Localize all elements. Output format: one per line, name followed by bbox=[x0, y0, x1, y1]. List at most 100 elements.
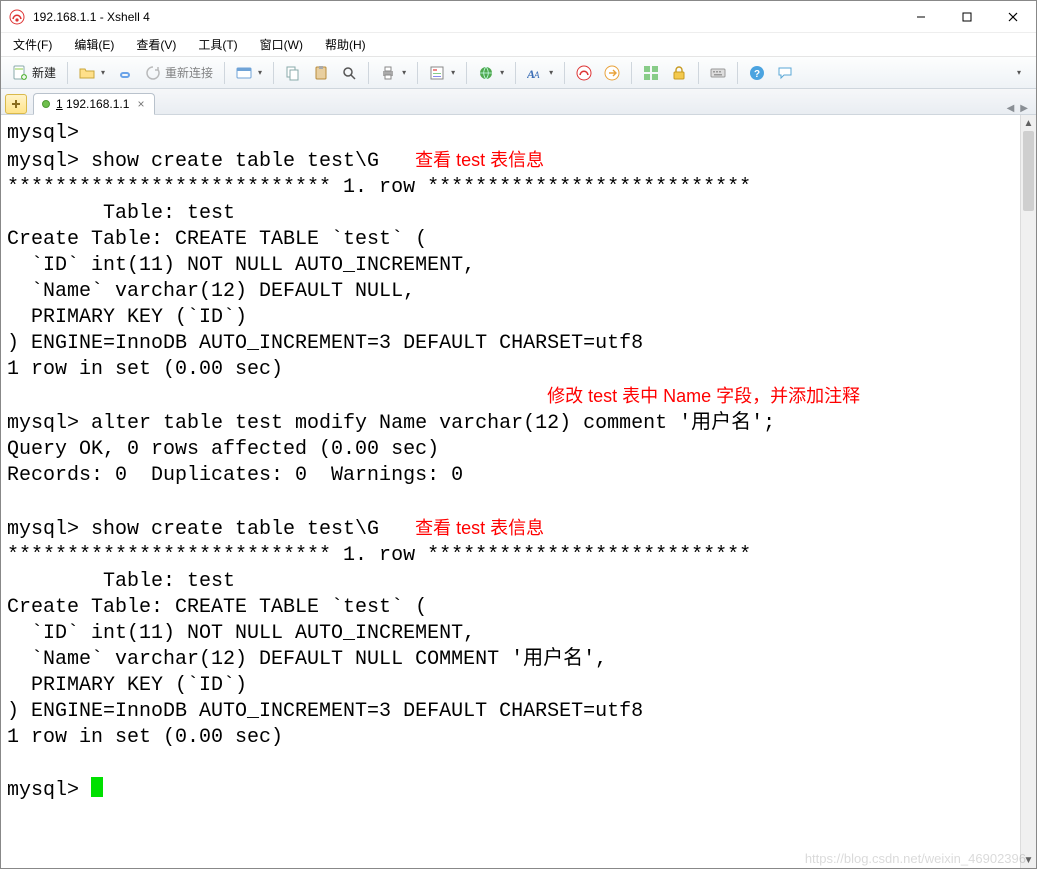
tab-label: 1 192.168.1.1 bbox=[56, 97, 129, 111]
tile-button[interactable] bbox=[638, 61, 664, 85]
help-icon: ? bbox=[749, 65, 765, 81]
terminal-area: mysql> mysql> show create table test\G 查… bbox=[1, 115, 1036, 868]
svg-text:?: ? bbox=[754, 69, 760, 80]
feedback-button[interactable] bbox=[772, 61, 798, 85]
xftp-button[interactable] bbox=[599, 61, 625, 85]
svg-text:A: A bbox=[533, 70, 540, 80]
chevron-down-icon: ▾ bbox=[402, 68, 406, 77]
terminal-prompt: mysql> bbox=[7, 779, 91, 802]
xshell-icon bbox=[576, 65, 592, 81]
keyboard-button[interactable] bbox=[705, 61, 731, 85]
toolbar-separator bbox=[698, 62, 699, 84]
open-button[interactable]: ▾ bbox=[74, 61, 110, 85]
toolbar-separator bbox=[368, 62, 369, 84]
plus-icon bbox=[11, 99, 21, 109]
window-title: 192.168.1.1 - Xshell 4 bbox=[33, 10, 150, 24]
terminal-line: PRIMARY KEY (`ID`) bbox=[7, 306, 247, 329]
search-icon bbox=[341, 65, 357, 81]
paste-icon bbox=[313, 65, 329, 81]
maximize-button[interactable] bbox=[944, 1, 990, 32]
lock-icon bbox=[671, 65, 687, 81]
close-button[interactable] bbox=[990, 1, 1036, 32]
paste-button[interactable] bbox=[308, 61, 334, 85]
annotation: 查看 test 表信息 bbox=[415, 518, 544, 538]
find-button[interactable] bbox=[336, 61, 362, 85]
reconnect-icon bbox=[145, 65, 161, 81]
sessions-button[interactable]: ▾ bbox=[231, 61, 267, 85]
lock-button[interactable] bbox=[666, 61, 692, 85]
terminal-line: `ID` int(11) NOT NULL AUTO_INCREMENT, bbox=[7, 254, 475, 277]
copy-button[interactable] bbox=[280, 61, 306, 85]
terminal-line: 1 row in set (0.00 sec) bbox=[7, 358, 283, 381]
toolbar-separator bbox=[564, 62, 565, 84]
chevron-down-icon: ▾ bbox=[500, 68, 504, 77]
terminal-line: mysql> bbox=[7, 122, 79, 145]
xftp-icon bbox=[604, 65, 620, 81]
terminal-line: ) ENGINE=InnoDB AUTO_INCREMENT=3 DEFAULT… bbox=[7, 700, 643, 723]
new-tab-button[interactable] bbox=[5, 94, 27, 114]
toolbar-separator bbox=[417, 62, 418, 84]
reconnect-button[interactable]: 重新连接 bbox=[140, 61, 218, 85]
toolbar-separator bbox=[466, 62, 467, 84]
titlebar: 192.168.1.1 - Xshell 4 bbox=[1, 1, 1036, 33]
vertical-scrollbar[interactable]: ▲ ▼ bbox=[1020, 115, 1036, 868]
session-tab[interactable]: 1 192.168.1.1 × bbox=[33, 93, 155, 115]
tab-scroll-right-button[interactable]: ▶ bbox=[1020, 103, 1028, 114]
toolbar-overflow-button[interactable]: ▾ bbox=[1006, 61, 1030, 85]
toolbar-separator bbox=[737, 62, 738, 84]
status-dot-icon bbox=[42, 100, 50, 108]
terminal[interactable]: mysql> mysql> show create table test\G 查… bbox=[1, 115, 1020, 868]
terminal-line: Records: 0 Duplicates: 0 Warnings: 0 bbox=[7, 464, 463, 487]
toolbar-separator bbox=[67, 62, 68, 84]
font-button[interactable]: AA▾ bbox=[522, 61, 558, 85]
printer-icon bbox=[380, 65, 396, 81]
toolbar-separator bbox=[515, 62, 516, 84]
terminal-line: Table: test bbox=[7, 570, 235, 593]
terminal-line: *************************** 1. row *****… bbox=[7, 544, 751, 567]
new-file-icon bbox=[12, 65, 28, 81]
reconnect-label: 重新连接 bbox=[165, 64, 213, 81]
menu-window[interactable]: 窗口(W) bbox=[256, 34, 307, 55]
window-buttons bbox=[898, 1, 1036, 32]
chevron-down-icon: ▾ bbox=[101, 68, 105, 77]
scroll-up-button[interactable]: ▲ bbox=[1021, 115, 1036, 131]
help-button[interactable]: ? bbox=[744, 61, 770, 85]
tab-scroll-left-button[interactable]: ◀ bbox=[1007, 103, 1015, 114]
toolbar: 新建 ▾ 重新连接 ▾ ▾ ▾ ▾ AA▾ bbox=[1, 57, 1036, 89]
globe-icon bbox=[478, 65, 494, 81]
folder-open-icon bbox=[79, 65, 95, 81]
scroll-thumb[interactable] bbox=[1023, 131, 1034, 211]
terminal-line: Query OK, 0 rows affected (0.00 sec) bbox=[7, 438, 439, 461]
properties-button[interactable]: ▾ bbox=[424, 61, 460, 85]
tab-close-button[interactable]: × bbox=[135, 97, 146, 111]
new-session-button[interactable]: 新建 bbox=[7, 61, 61, 85]
tabstrip: 1 192.168.1.1 × ◀ ▶ bbox=[1, 89, 1036, 115]
scroll-track[interactable] bbox=[1021, 131, 1036, 852]
app-window: 192.168.1.1 - Xshell 4 文件(F) 编辑(E) 查看(V)… bbox=[0, 0, 1037, 869]
terminal-line: *************************** 1. row *****… bbox=[7, 176, 751, 199]
terminal-line: mysql> show create table test\G bbox=[7, 518, 379, 541]
web-button[interactable]: ▾ bbox=[473, 61, 509, 85]
minimize-button[interactable] bbox=[898, 1, 944, 32]
menu-edit[interactable]: 编辑(E) bbox=[70, 34, 118, 55]
toolbar-separator bbox=[224, 62, 225, 84]
chevron-down-icon: ▾ bbox=[451, 68, 455, 77]
terminal-line: Table: test bbox=[7, 202, 235, 225]
menubar: 文件(F) 编辑(E) 查看(V) 工具(T) 窗口(W) 帮助(H) bbox=[1, 33, 1036, 57]
menu-view[interactable]: 查看(V) bbox=[132, 34, 180, 55]
menu-help[interactable]: 帮助(H) bbox=[321, 34, 370, 55]
copy-icon bbox=[285, 65, 301, 81]
link-button[interactable] bbox=[112, 61, 138, 85]
app-icon bbox=[9, 9, 25, 25]
xshell-button[interactable] bbox=[571, 61, 597, 85]
print-button[interactable]: ▾ bbox=[375, 61, 411, 85]
annotation: 查看 test 表信息 bbox=[415, 150, 544, 170]
menu-file[interactable]: 文件(F) bbox=[9, 34, 56, 55]
menu-tools[interactable]: 工具(T) bbox=[194, 34, 241, 55]
terminal-line: PRIMARY KEY (`ID`) bbox=[7, 674, 247, 697]
toolbar-separator bbox=[631, 62, 632, 84]
terminal-line: mysql> show create table test\G bbox=[7, 150, 379, 173]
speech-bubble-icon bbox=[777, 65, 793, 81]
terminal-line: mysql> alter table test modify Name varc… bbox=[7, 412, 775, 435]
terminal-line bbox=[7, 386, 19, 409]
